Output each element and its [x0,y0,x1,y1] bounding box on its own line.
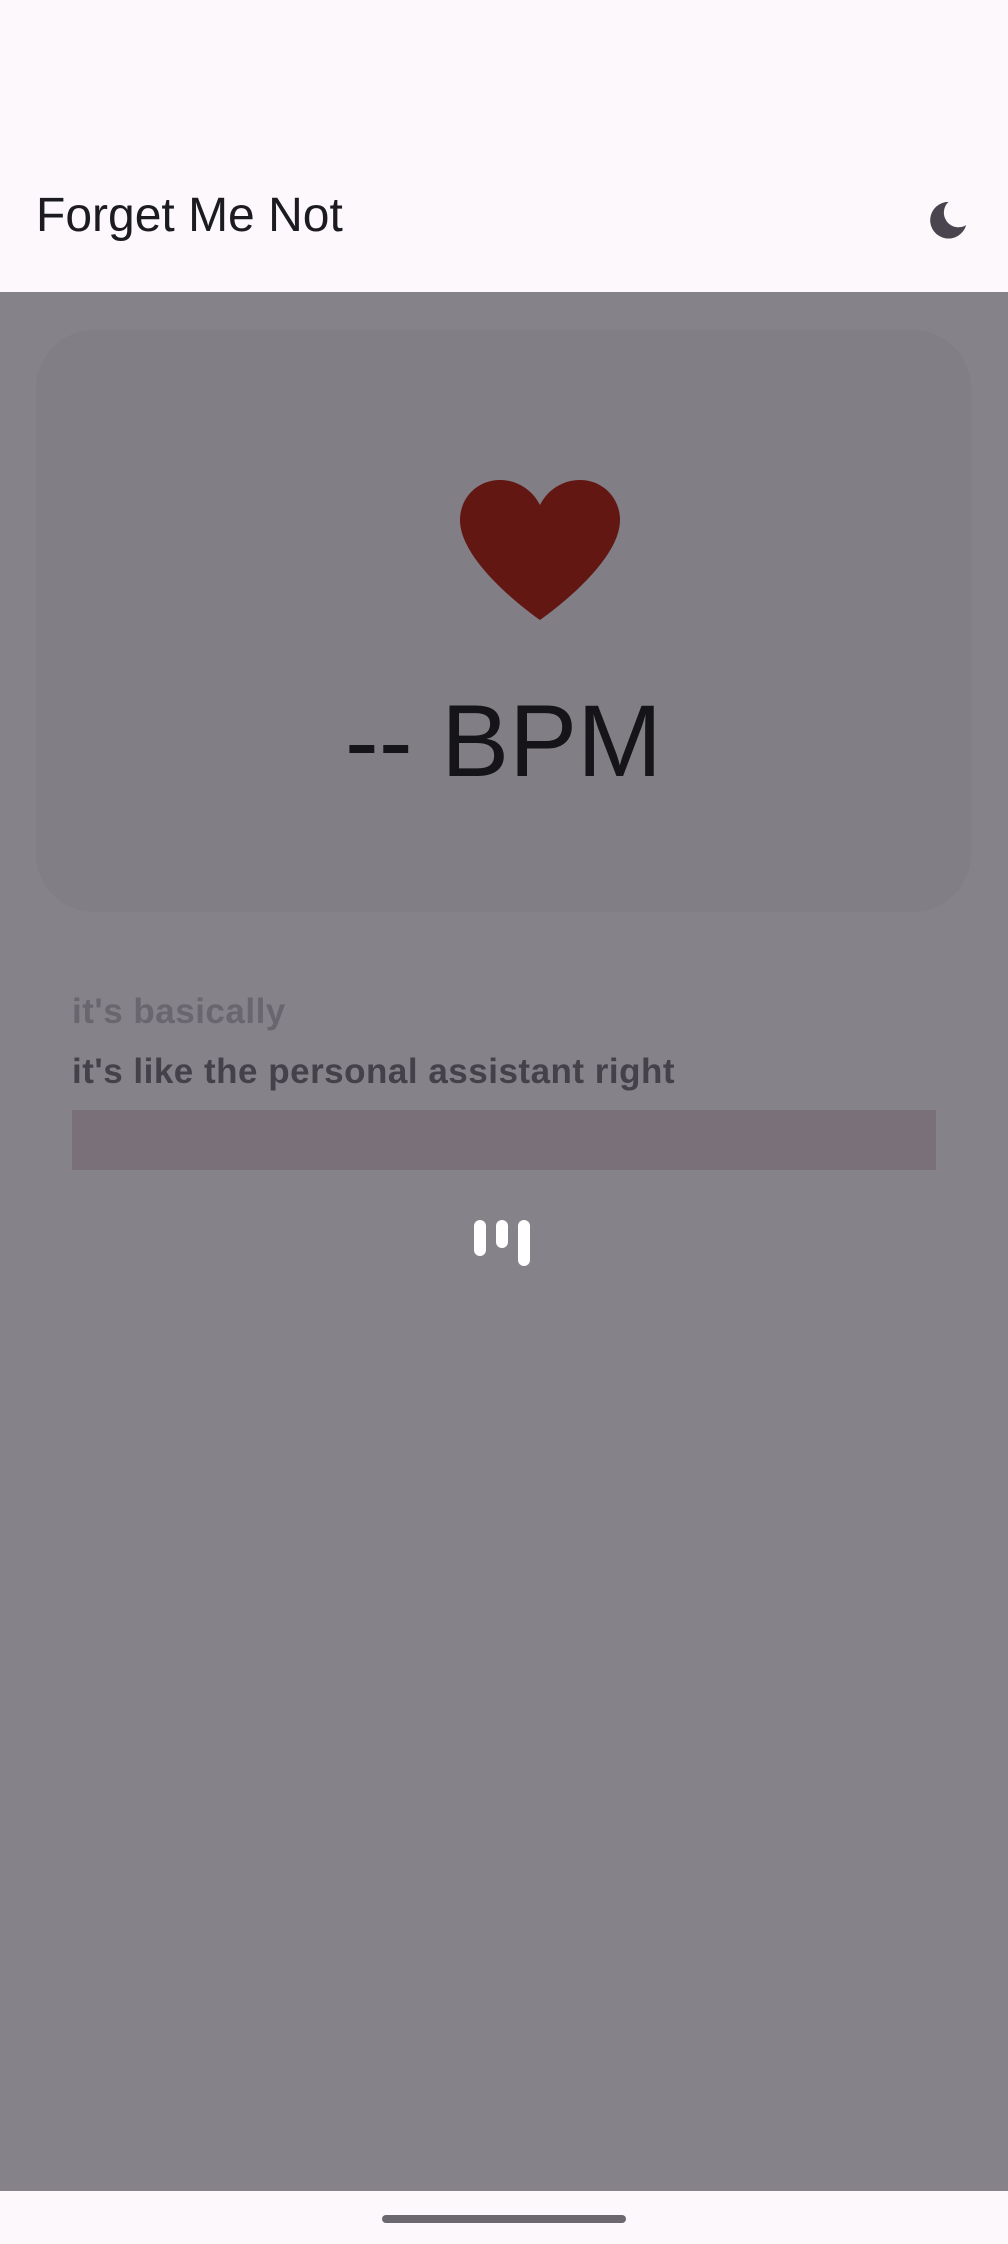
audio-bars-icon[interactable] [472,1216,536,1266]
heart-rate-card: -- BPM [36,330,971,912]
moon-icon [930,201,967,239]
status-bar [0,0,1008,150]
bpm-readout: -- BPM [344,684,663,798]
heart-icon [460,480,620,620]
theme-toggle-button[interactable] [924,196,972,244]
transcript-partial-line: it's basically [72,992,286,1031]
app-title: Forget Me Not [36,189,343,242]
scrim-content: -- BPM it's basically it's like the pers… [0,292,1008,2191]
transcript-main-line: it's like the personal assistant right [72,1052,676,1091]
app-bar: Forget Me Not [0,150,1008,292]
screen: Forget Me Not -- BPM it's basically it's… [0,0,1008,2244]
transcript-panel: it's basically it's like the personal as… [72,992,936,1170]
transcript-input-bar [72,1110,936,1170]
navigation-bar [0,2191,1008,2244]
home-gesture-handle[interactable] [382,2215,626,2223]
